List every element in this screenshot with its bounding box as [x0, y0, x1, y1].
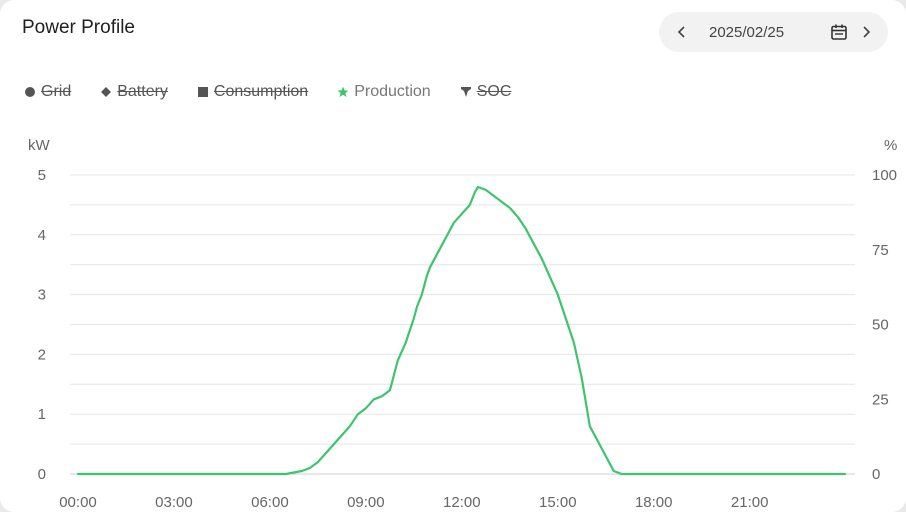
x-tick-label: 00:00	[59, 494, 97, 511]
y-tick-label: 0	[38, 466, 46, 483]
x-tick-label: 21:00	[731, 494, 769, 511]
x-tick-label: 18:00	[635, 494, 673, 511]
y-right-tick-label: 50	[872, 317, 889, 334]
y-right-tick-label: 0	[872, 466, 880, 483]
power-chart: 012345025507510000:00 03:00 06:00 09:00 12:0…	[38, 167, 897, 511]
y-right-tick-label: 25	[872, 391, 889, 408]
x-tick-label: 06:00	[251, 494, 289, 511]
y-tick-label: 1	[38, 406, 46, 423]
power-profile-card: Power Profile 2025/02/25 Grid Battery Co…	[0, 0, 906, 512]
y-right-tick-label: 75	[872, 242, 889, 259]
x-tick-label: 09:00	[347, 494, 385, 511]
production-series-line	[76, 185, 847, 476]
y-tick-label: 4	[38, 227, 46, 244]
y-tick-label: 5	[38, 167, 46, 184]
y-right-tick-label: 100	[872, 167, 897, 184]
y-tick-label: 3	[38, 287, 46, 304]
y-tick-label: 2	[38, 346, 46, 363]
x-tick-label: 15:00	[539, 494, 577, 511]
x-tick-label: 12:00	[443, 494, 481, 511]
x-tick-label: 03:00	[155, 494, 193, 511]
